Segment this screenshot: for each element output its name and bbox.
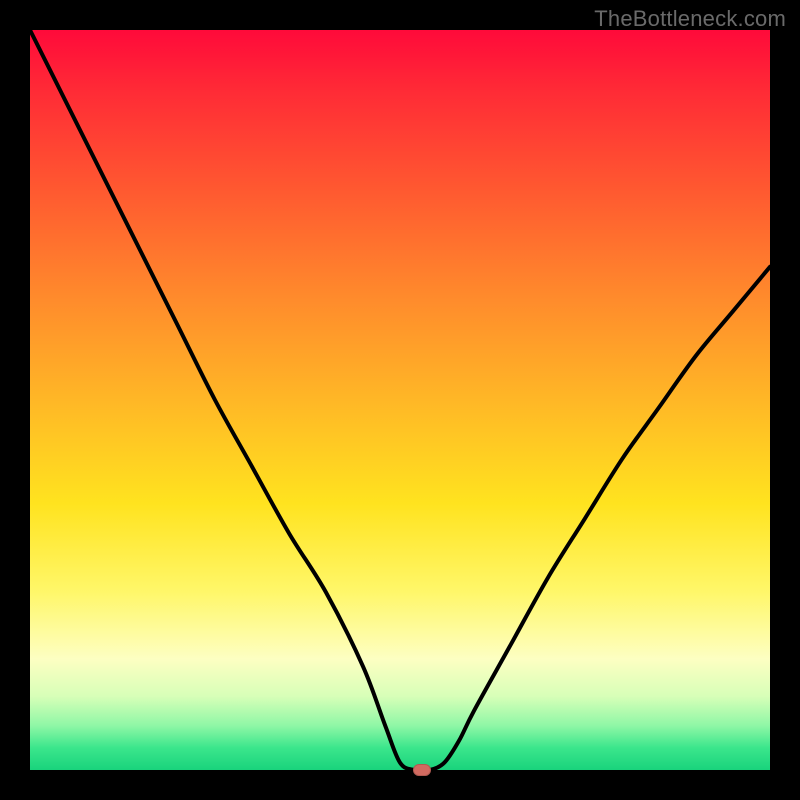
optimal-point-marker <box>413 764 431 776</box>
plot-area <box>30 30 770 770</box>
chart-frame: TheBottleneck.com <box>0 0 800 800</box>
bottleneck-curve <box>30 30 770 770</box>
watermark-text: TheBottleneck.com <box>594 6 786 32</box>
